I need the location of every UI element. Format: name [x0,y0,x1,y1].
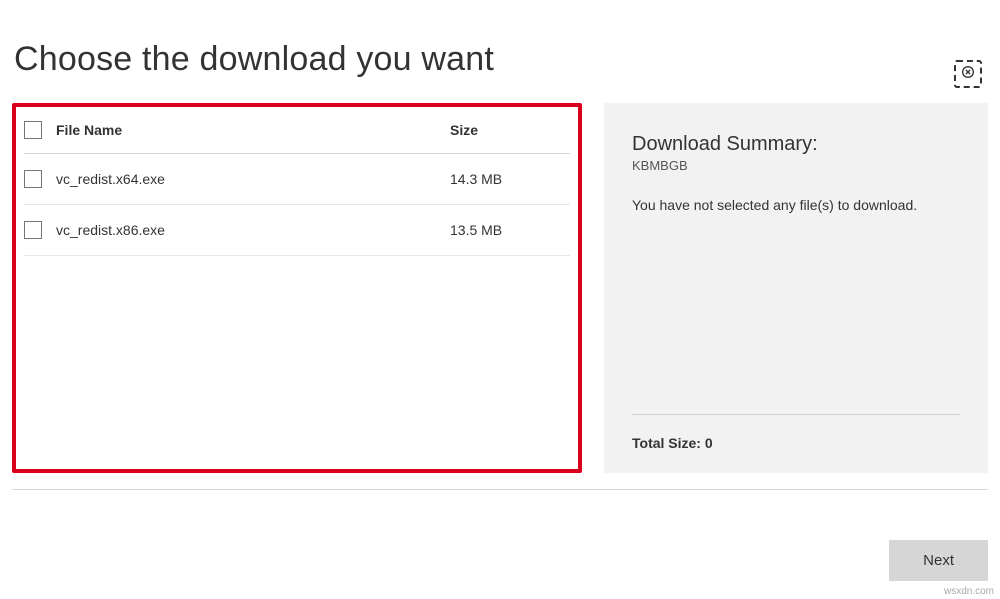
page-title: Choose the download you want [14,40,1000,79]
watermark: wsxdn.com [944,586,994,597]
next-button[interactable]: Next [889,540,988,581]
summary-title: Download Summary: [632,133,960,156]
file-size-cell: 13.5 MB [450,222,570,238]
file-name-cell: vc_redist.x86.exe [56,222,450,238]
close-button[interactable] [954,60,982,88]
summary-panel: Download Summary: KBMBGB You have not se… [604,103,988,473]
files-table: File Name Size vc_redist.x64.exe 14.3 MB… [12,103,582,473]
footer-divider [12,489,988,490]
file-size-cell: 14.3 MB [450,171,570,187]
summary-subtitle: KBMBGB [632,158,960,173]
row-checkbox[interactable] [24,221,42,239]
summary-message: You have not selected any file(s) to dow… [632,197,960,213]
column-header-filename: File Name [56,122,450,138]
column-header-size: Size [450,122,570,138]
table-row[interactable]: vc_redist.x86.exe 13.5 MB [24,205,570,256]
row-checkbox[interactable] [24,170,42,188]
select-all-checkbox[interactable] [24,121,42,139]
table-header-row: File Name Size [24,107,570,154]
summary-divider [632,414,960,415]
total-size-label: Total Size: 0 [632,435,960,451]
table-row[interactable]: vc_redist.x64.exe 14.3 MB [24,154,570,205]
close-icon [960,64,976,85]
file-name-cell: vc_redist.x64.exe [56,171,450,187]
